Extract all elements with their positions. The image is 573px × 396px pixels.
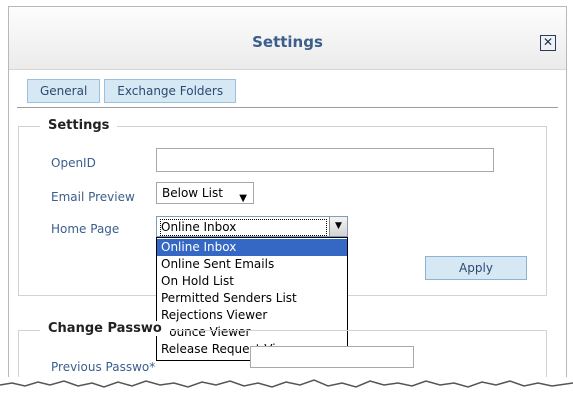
home-page-option[interactable]: Permitted Senders List (157, 290, 347, 307)
previous-password-input[interactable] (250, 346, 414, 368)
chevron-down-icon: ▼ (239, 193, 247, 204)
change-password-legend: Change Passwo (40, 321, 170, 336)
dropdown-arrow-icon[interactable]: ▼ (329, 217, 347, 236)
apply-button[interactable]: Apply (425, 256, 527, 280)
close-icon[interactable]: ✕ (540, 35, 556, 51)
email-preview-select[interactable]: Below List ▼ (156, 182, 254, 204)
email-preview-value: Below List (162, 186, 223, 200)
settings-legend: Settings (40, 118, 118, 133)
tab-bar: General Exchange Folders (27, 79, 237, 103)
title-bar: Settings ✕ (9, 7, 566, 70)
torn-edge (0, 377, 573, 396)
tab-general[interactable]: General (27, 79, 101, 103)
tab-exchange-folders[interactable]: Exchange Folders (104, 79, 237, 103)
tab-divider (17, 107, 558, 108)
home-page-option[interactable]: Online Sent Emails (157, 256, 347, 273)
required-marker: * (149, 360, 156, 374)
previous-password-label: Previous Passwo* (51, 360, 156, 374)
home-page-value: Online Inbox (160, 219, 327, 236)
openid-input[interactable] (156, 148, 494, 172)
dialog-title: Settings (252, 33, 323, 51)
home-page-option[interactable]: Online Inbox (157, 239, 347, 256)
openid-label: OpenID (51, 156, 96, 170)
home-page-option[interactable]: On Hold List (157, 273, 347, 290)
home-page-label: Home Page (51, 222, 120, 236)
email-preview-label: Email Preview (51, 190, 135, 204)
home-page-option[interactable]: Rejections Viewer (157, 307, 347, 324)
home-page-select[interactable]: Online Inbox ▼ (156, 216, 348, 237)
